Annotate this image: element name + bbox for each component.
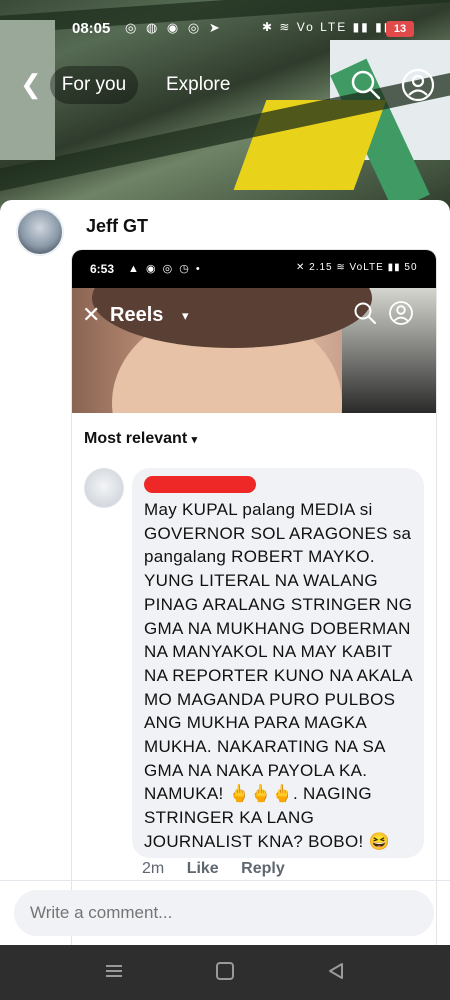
author-avatar[interactable] [16,208,64,256]
top-nav: ❮ For you Explore [0,62,450,108]
screen: 08:05 ◎ ◍ ◉ ◎ ➤ ✱ ≋ Vo LTE ▮▮ ▮▮▮ 13 ❮ F… [0,0,450,1000]
reel-video: ✕ Reels ▾ [72,288,436,413]
comment-input[interactable] [14,890,434,936]
back-arrow-icon[interactable]: ❮ [20,70,42,98]
status-bar: 08:05 ◎ ◍ ◉ ◎ ➤ ✱ ≋ Vo LTE ▮▮ ▮▮▮ 13 [0,14,450,44]
post-card: Jeff GT 6:53 ▲ ◉ ◎ ◷ • ✕ 2.15 ≋ VoLTE ▮▮… [0,200,450,945]
recent-apps-icon[interactable] [104,963,124,979]
tab-explore[interactable]: Explore [158,66,238,104]
reels-label: Reels [110,304,164,326]
reply-button: Reply [241,860,285,877]
close-icon: ✕ [82,302,101,327]
status-time: 08:05 [72,20,111,37]
comment-bubble: May KUPAL palang MEDIA si GOVERNOR SOL A… [132,468,424,858]
comment-actions: 2m Like Reply [142,860,303,878]
comment-time: 2m [142,860,165,877]
embedded-status-time: 6:53 [90,262,115,276]
status-right-icons: ✱ ≋ Vo LTE ▮▮ ▮▮▮ [262,20,401,34]
embedded-screenshot: 6:53 ▲ ◉ ◎ ◷ • ✕ 2.15 ≋ VoLTE ▮▮ 50 ✕ Re… [72,250,436,945]
author-name[interactable]: Jeff GT [86,216,148,237]
search-icon [354,302,376,324]
battery-indicator: 13 [386,21,414,37]
profile-icon [389,301,413,325]
profile-icon[interactable] [401,68,435,102]
embedded-status-bar: 6:53 ▲ ◉ ◎ ◷ • ✕ 2.15 ≋ VoLTE ▮▮ 50 [72,250,436,288]
system-nav-bar [0,945,450,1000]
search-icon[interactable] [349,68,383,102]
chevron-down-icon: ▾ [182,308,189,323]
commenter-avatar [84,468,124,508]
back-triangle-icon[interactable] [326,961,346,981]
composer-divider [0,880,450,881]
notification-icons: ◎ ◍ ◉ ◎ ➤ [125,20,223,35]
redacted-name [144,476,256,493]
embedded-notification-icons: ▲ ◉ ◎ ◷ • [128,263,202,275]
like-button: Like [186,860,219,877]
chevron-down-icon: ▾ [191,434,198,446]
home-icon[interactable] [216,962,234,980]
comment-text: May KUPAL palang MEDIA si GOVERNOR SOL A… [144,500,413,851]
sort-label: Most relevant [84,430,188,447]
embedded-status-right: ✕ 2.15 ≋ VoLTE ▮▮ 50 [296,262,418,273]
sort-dropdown: Most relevant ▾ [84,430,197,448]
tab-for-you[interactable]: For you [50,66,138,104]
